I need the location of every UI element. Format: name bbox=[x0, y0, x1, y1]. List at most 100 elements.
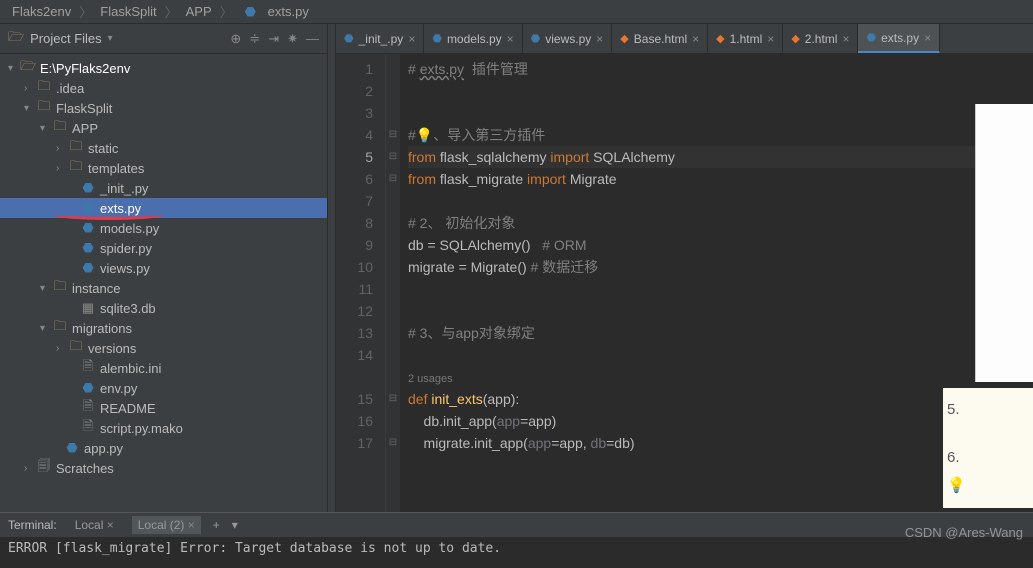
python-icon: ⬣ bbox=[64, 440, 80, 456]
tab-active[interactable]: ⬣exts.py× bbox=[858, 24, 940, 53]
red-underline-annotation bbox=[54, 210, 164, 220]
tree-folder[interactable]: ›🗀templates bbox=[0, 158, 327, 178]
terminal-dropdown-icon[interactable]: ▾ bbox=[232, 518, 238, 532]
folder-icon: 🗀 bbox=[68, 337, 84, 359]
close-icon[interactable]: × bbox=[596, 32, 603, 46]
terminal-tab[interactable]: Local × bbox=[69, 516, 120, 534]
tree-folder[interactable]: ▾🗀FlaskSplit bbox=[0, 98, 327, 118]
folder-icon: 🗁 bbox=[8, 28, 24, 50]
project-tree: ▾🗁E:\PyFlaks2env ›🗀.idea ▾🗀FlaskSplit ▾🗀… bbox=[0, 54, 327, 512]
collapse-all-icon[interactable]: ⇥ bbox=[268, 31, 279, 47]
python-icon: ⬣ bbox=[432, 32, 442, 45]
folder-icon: 🗁 bbox=[20, 57, 36, 79]
breadcrumb-item[interactable]: APP bbox=[186, 4, 212, 19]
tab[interactable]: ◆Base.html× bbox=[612, 24, 708, 53]
tab[interactable]: ⬣views.py× bbox=[523, 24, 613, 53]
close-icon[interactable]: × bbox=[107, 518, 114, 532]
add-terminal-icon[interactable]: + bbox=[213, 518, 220, 532]
html-icon: ◆ bbox=[791, 32, 799, 45]
settings-icon[interactable]: ✷ bbox=[287, 31, 298, 47]
chevron-right-icon: 〉 bbox=[79, 2, 92, 21]
tree-folder[interactable]: ›🗀versions bbox=[0, 338, 327, 358]
scratches-icon: 🗐 bbox=[36, 457, 52, 479]
db-icon: ▦ bbox=[80, 300, 96, 316]
folder-icon: 🗀 bbox=[36, 97, 52, 119]
file-icon: 🗎 bbox=[80, 417, 96, 439]
tree-folder[interactable]: ▾🗀instance bbox=[0, 278, 327, 298]
tree-file[interactable]: 🗎script.py.mako bbox=[0, 418, 327, 438]
code-editor[interactable]: 1234 5678 9101112 1314151617 ⊟⊟⊟⊟⊟ # ext… bbox=[336, 54, 1033, 512]
tree-root[interactable]: ▾🗁E:\PyFlaks2env bbox=[0, 58, 327, 78]
chevron-down-icon: ▾ bbox=[108, 33, 113, 44]
project-sidebar: 🗁 Project Files ▾ ⊕ ≑ ⇥ ✷ — ▾🗁E:\PyFlaks… bbox=[0, 24, 328, 512]
folder-icon: 🗀 bbox=[52, 317, 68, 339]
terminal-label: Terminal: bbox=[8, 518, 57, 532]
watermark: CSDN @Ares-Wang bbox=[905, 525, 1023, 540]
tree-file[interactable]: 🗎README bbox=[0, 398, 327, 418]
tab[interactable]: ⬣_init_.py× bbox=[336, 24, 424, 53]
external-overlay-list: 5. 6. 💡 bbox=[943, 388, 1033, 508]
breadcrumb-root[interactable]: Flaks2env bbox=[12, 4, 71, 19]
hide-icon[interactable]: — bbox=[306, 31, 319, 47]
tree-file[interactable]: ⬣views.py bbox=[0, 258, 327, 278]
breadcrumb-file[interactable]: ⬣ exts.py bbox=[241, 4, 313, 20]
bulb-icon: 💡 bbox=[947, 472, 1029, 500]
tree-scratches[interactable]: ›🗐Scratches bbox=[0, 458, 327, 478]
python-icon: ⬣ bbox=[80, 180, 96, 196]
html-icon: ◆ bbox=[716, 32, 724, 45]
file-icon: 🗎 bbox=[80, 397, 96, 419]
python-icon: ⬣ bbox=[80, 220, 96, 236]
usages-hint[interactable]: 2 usages bbox=[408, 373, 453, 385]
tree-file[interactable]: ⬣env.py bbox=[0, 378, 327, 398]
code-body[interactable]: # exts.py 插件管理 #💡、导入第三方插件 from flask_sql… bbox=[400, 54, 1033, 512]
breadcrumb: Flaks2env 〉 FlaskSplit 〉 APP 〉 ⬣ exts.py bbox=[0, 0, 1033, 24]
python-icon: ⬣ bbox=[80, 240, 96, 256]
folder-icon: 🗀 bbox=[52, 277, 68, 299]
close-icon[interactable]: × bbox=[408, 32, 415, 46]
terminal-output[interactable]: ERROR [flask_migrate] Error: Target data… bbox=[0, 537, 1033, 560]
html-icon: ◆ bbox=[620, 32, 628, 45]
editor-tabs: ⬣_init_.py× ⬣models.py× ⬣views.py× ◆Base… bbox=[336, 24, 1033, 54]
splitter[interactable] bbox=[328, 24, 336, 512]
breadcrumb-item[interactable]: FlaskSplit bbox=[100, 4, 156, 19]
close-icon[interactable]: × bbox=[692, 32, 699, 46]
tree-file[interactable]: ⬣app.py bbox=[0, 438, 327, 458]
python-icon: ⬣ bbox=[531, 32, 541, 45]
folder-icon: 🗀 bbox=[68, 157, 84, 179]
close-icon[interactable]: × bbox=[188, 518, 195, 532]
tree-file[interactable]: ⬣models.py bbox=[0, 218, 327, 238]
tree-file[interactable]: 🗎alembic.ini bbox=[0, 358, 327, 378]
close-icon[interactable]: × bbox=[842, 32, 849, 46]
tree-file[interactable]: ⬣_init_.py bbox=[0, 178, 327, 198]
python-icon: ⬣ bbox=[80, 380, 96, 396]
expand-all-icon[interactable]: ≑ bbox=[249, 31, 260, 47]
tree-folder[interactable]: ›🗀.idea bbox=[0, 78, 327, 98]
chevron-right-icon: 〉 bbox=[220, 2, 233, 21]
fold-gutter: ⊟⊟⊟⊟⊟ bbox=[386, 54, 400, 512]
python-icon: ⬣ bbox=[866, 31, 876, 44]
tab[interactable]: ◆1.html× bbox=[708, 24, 783, 53]
select-opened-icon[interactable]: ⊕ bbox=[230, 31, 241, 47]
terminal-tab-active[interactable]: Local (2) × bbox=[132, 516, 201, 534]
file-icon: 🗎 bbox=[80, 357, 96, 379]
close-icon[interactable]: × bbox=[507, 32, 514, 46]
tree-file-selected[interactable]: ⬣exts.py bbox=[0, 198, 327, 218]
tree-folder[interactable]: ▾🗀migrations bbox=[0, 318, 327, 338]
tab[interactable]: ◆2.html× bbox=[783, 24, 858, 53]
tree-folder[interactable]: ›🗀static bbox=[0, 138, 327, 158]
close-icon[interactable]: × bbox=[924, 31, 931, 45]
external-overlay bbox=[975, 104, 1033, 382]
tree-folder[interactable]: ▾🗀APP bbox=[0, 118, 327, 138]
line-gutter: 1234 5678 9101112 1314151617 bbox=[336, 54, 386, 512]
folder-icon: 🗀 bbox=[68, 137, 84, 159]
folder-icon: 🗀 bbox=[36, 77, 52, 99]
tab[interactable]: ⬣models.py× bbox=[424, 24, 522, 53]
sidebar-title[interactable]: 🗁 Project Files ▾ bbox=[8, 28, 230, 50]
chevron-right-icon: 〉 bbox=[165, 2, 178, 21]
terminal-panel: Terminal: Local × Local (2) × + ▾ ERROR … bbox=[0, 512, 1033, 568]
close-icon[interactable]: × bbox=[767, 32, 774, 46]
python-icon: ⬣ bbox=[80, 260, 96, 276]
tree-file[interactable]: ▦sqlite3.db bbox=[0, 298, 327, 318]
tree-file[interactable]: ⬣spider.py bbox=[0, 238, 327, 258]
folder-icon: 🗀 bbox=[52, 117, 68, 139]
